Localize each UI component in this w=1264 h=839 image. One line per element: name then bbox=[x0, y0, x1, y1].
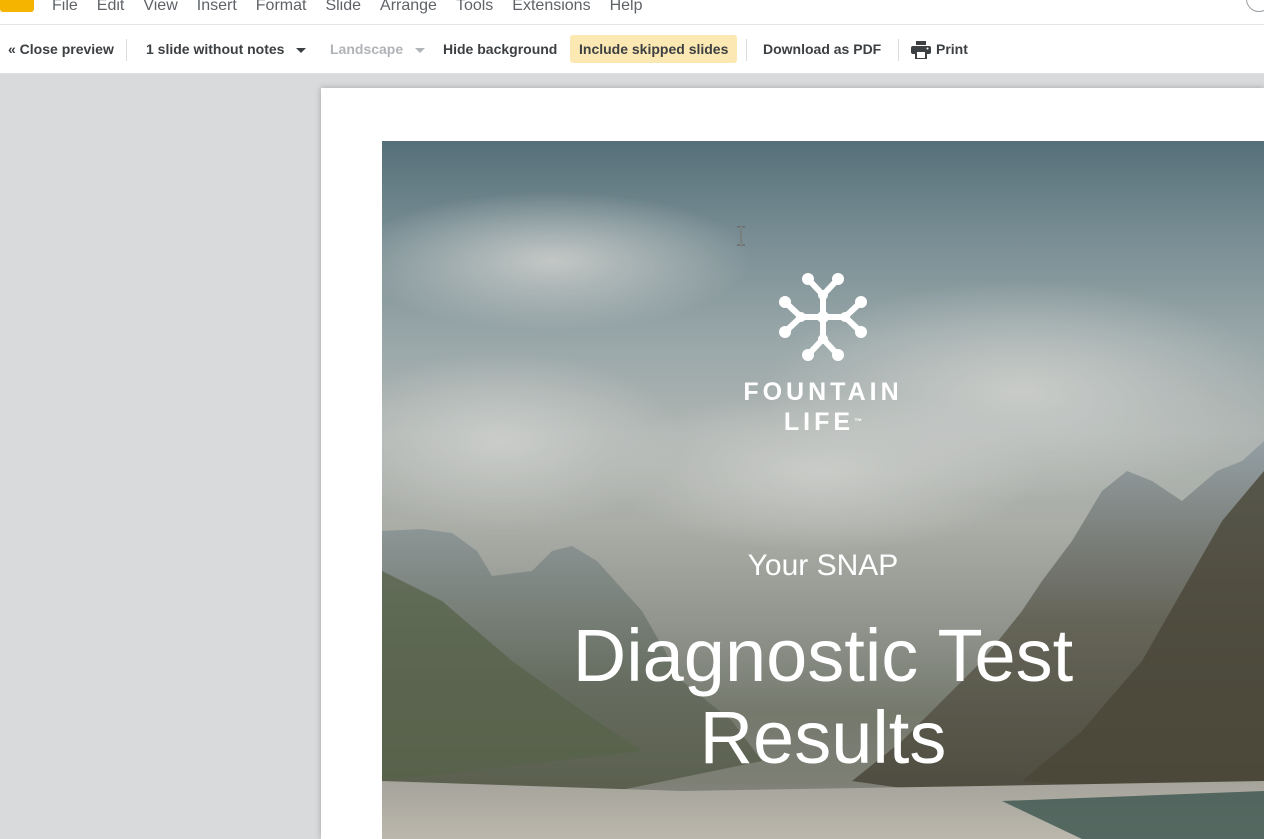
slides-logo-icon[interactable] bbox=[0, 0, 34, 12]
menu-view[interactable]: View bbox=[143, 0, 177, 16]
menu-tools[interactable]: Tools bbox=[456, 0, 493, 16]
menu-arrange[interactable]: Arrange bbox=[380, 0, 437, 16]
printer-icon bbox=[911, 41, 931, 60]
chevron-down-icon bbox=[415, 47, 426, 53]
slide-title-line1: Diagnostic Test bbox=[572, 614, 1074, 697]
slide-title-line2: Results bbox=[699, 696, 947, 779]
toolbar-divider bbox=[898, 39, 899, 61]
menu-extensions[interactable]: Extensions bbox=[512, 0, 590, 16]
account-avatar[interactable] bbox=[1246, 0, 1264, 12]
orientation-label: Landscape bbox=[330, 41, 404, 57]
notes-option-dropdown[interactable]: 1 slide without notes bbox=[146, 35, 307, 63]
menu-items: File Edit View Insert Format Slide Arran… bbox=[52, 0, 661, 16]
chevron-down-icon bbox=[296, 47, 307, 53]
orientation-dropdown: Landscape bbox=[330, 35, 426, 63]
toolbar-divider bbox=[746, 39, 747, 61]
print-button[interactable]: Print bbox=[911, 35, 968, 63]
menu-help[interactable]: Help bbox=[610, 0, 643, 16]
logo-wordmark-line1: FOUNTAIN bbox=[743, 378, 903, 406]
notes-option-label: 1 slide without notes bbox=[146, 41, 285, 57]
print-label: Print bbox=[936, 41, 968, 57]
menu-format[interactable]: Format bbox=[256, 0, 307, 16]
include-skipped-slides-button[interactable]: Include skipped slides bbox=[570, 35, 738, 63]
slide-thumbnail: FOUNTAIN LIFE™ Your SNAP Diagnostic Test… bbox=[382, 141, 1264, 839]
close-preview-button[interactable]: « Close preview bbox=[8, 35, 114, 63]
print-preview-toolbar: « Close preview 1 slide without notes La… bbox=[0, 25, 1264, 74]
menu-file[interactable]: File bbox=[52, 0, 78, 16]
preview-page: FOUNTAIN LIFE™ Your SNAP Diagnostic Test… bbox=[321, 88, 1264, 839]
toolbar-divider bbox=[126, 39, 127, 61]
menu-slide[interactable]: Slide bbox=[325, 0, 361, 16]
slide-subtitle: Your SNAP bbox=[747, 549, 899, 582]
logo-wordmark-line2: LIFE™ bbox=[382, 407, 1264, 437]
fountain-life-logo-icon bbox=[779, 273, 867, 361]
hide-background-button[interactable]: Hide background bbox=[443, 35, 557, 63]
logo-wordmark-life: LIFE bbox=[783, 408, 855, 436]
text-cursor-icon bbox=[737, 226, 745, 246]
download-pdf-button[interactable]: Download as PDF bbox=[763, 35, 881, 63]
menu-edit[interactable]: Edit bbox=[97, 0, 125, 16]
menu-insert[interactable]: Insert bbox=[197, 0, 237, 16]
slide-title: Diagnostic Test Results bbox=[382, 615, 1264, 779]
trademark-symbol: ™ bbox=[854, 417, 863, 426]
menu-bar: File Edit View Insert Format Slide Arran… bbox=[0, 0, 1264, 25]
